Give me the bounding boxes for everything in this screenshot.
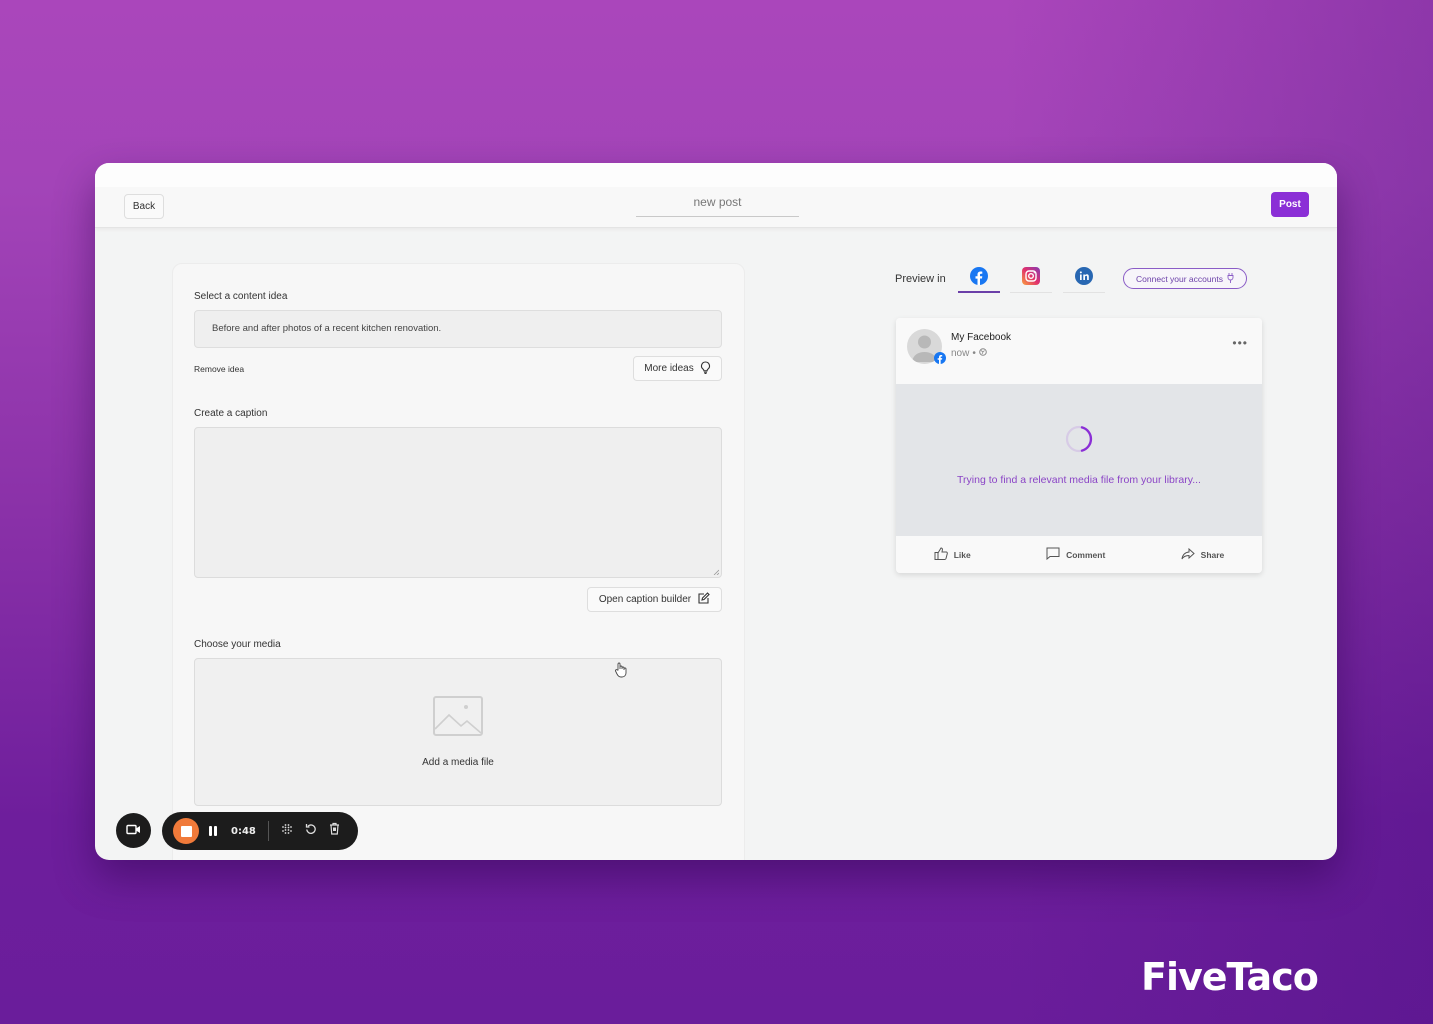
remove-idea-link[interactable]: Remove idea — [194, 364, 244, 374]
trash-icon — [329, 822, 340, 840]
share-button[interactable]: Share — [1181, 547, 1225, 562]
tab-facebook[interactable] — [958, 265, 1000, 293]
back-button[interactable]: Back — [124, 194, 164, 219]
grid-icon — [281, 822, 293, 840]
add-media-label: Add a media file — [422, 757, 494, 768]
more-ideas-button[interactable]: More ideas — [633, 356, 722, 381]
post-header: My Facebook now • ••• — [896, 318, 1262, 384]
edit-icon — [697, 591, 710, 608]
video-camera-icon — [126, 822, 141, 840]
hand-cursor-icon — [614, 662, 628, 683]
caption-label: Create a caption — [194, 408, 268, 419]
restart-button[interactable] — [305, 822, 317, 840]
post-meta: now • — [951, 348, 987, 359]
compose-panel: Select a content idea Before and after p… — [172, 263, 745, 860]
pause-recording-button[interactable] — [209, 826, 217, 836]
open-caption-builder-button[interactable]: Open caption builder — [587, 587, 722, 612]
header-bar: Back new post Post — [95, 187, 1337, 228]
top-strip — [95, 163, 1337, 187]
image-icon — [433, 696, 483, 741]
tab-linkedin[interactable] — [1063, 265, 1105, 293]
post-button[interactable]: Post — [1271, 192, 1309, 217]
like-button[interactable]: Like — [934, 547, 971, 562]
restart-icon — [305, 822, 317, 840]
globe-icon — [979, 348, 987, 359]
linkedin-icon — [1075, 267, 1093, 290]
post-media-area: Trying to find a relevant media file fro… — [896, 384, 1262, 536]
fivetaco-logo: FiveTaco — [1141, 955, 1319, 999]
content-idea-label: Select a content idea — [194, 291, 288, 302]
stop-icon — [180, 825, 192, 837]
share-label: Share — [1200, 549, 1225, 560]
camera-toggle-button[interactable] — [116, 813, 151, 848]
delete-recording-button[interactable] — [329, 822, 340, 840]
content-idea-field[interactable]: Before and after photos of a recent kitc… — [194, 310, 722, 348]
comment-icon — [1046, 547, 1060, 562]
connect-accounts-button[interactable]: Connect your accounts — [1123, 268, 1247, 289]
caption-textarea[interactable] — [194, 427, 722, 578]
loading-message: Trying to find a relevant media file fro… — [957, 474, 1201, 486]
grid-button[interactable] — [281, 822, 293, 840]
share-icon — [1181, 547, 1195, 562]
pause-icon — [209, 826, 212, 836]
media-dropzone[interactable]: Add a media file — [194, 658, 722, 806]
connect-accounts-label: Connect your accounts — [1136, 273, 1223, 284]
facebook-icon — [970, 266, 988, 290]
meta-separator: • — [972, 348, 976, 359]
post-title-input[interactable]: new post — [636, 192, 799, 217]
comment-label: Comment — [1066, 549, 1106, 560]
post-actions: Like Comment Share — [896, 536, 1262, 573]
post-time: now — [951, 348, 970, 359]
more-icon[interactable]: ••• — [1232, 336, 1248, 350]
recording-toolbar: 0:48 — [162, 812, 358, 850]
recording-timer: 0:48 — [231, 825, 256, 837]
toolbar-divider — [267, 821, 269, 841]
tab-instagram[interactable] — [1010, 265, 1052, 293]
resize-handle-icon[interactable] — [713, 569, 719, 575]
caption-builder-label: Open caption builder — [598, 594, 692, 605]
facebook-badge-icon — [934, 351, 946, 364]
stop-recording-button[interactable] — [173, 818, 199, 844]
like-label: Like — [953, 549, 971, 560]
app-window: Back new post Post Select a content idea… — [95, 163, 1337, 860]
lightbulb-icon — [700, 360, 711, 377]
instagram-icon — [1022, 267, 1040, 290]
account-name: My Facebook — [951, 332, 1012, 343]
more-ideas-label: More ideas — [644, 363, 694, 374]
thumbs-up-icon — [934, 547, 948, 562]
media-label: Choose your media — [194, 639, 281, 650]
plug-icon — [1227, 272, 1234, 285]
preview-label: Preview in — [895, 273, 946, 285]
loading-spinner-icon — [1065, 425, 1093, 453]
comment-button[interactable]: Comment — [1046, 547, 1105, 562]
facebook-preview-card: My Facebook now • ••• Trying to find a r… — [896, 318, 1262, 573]
